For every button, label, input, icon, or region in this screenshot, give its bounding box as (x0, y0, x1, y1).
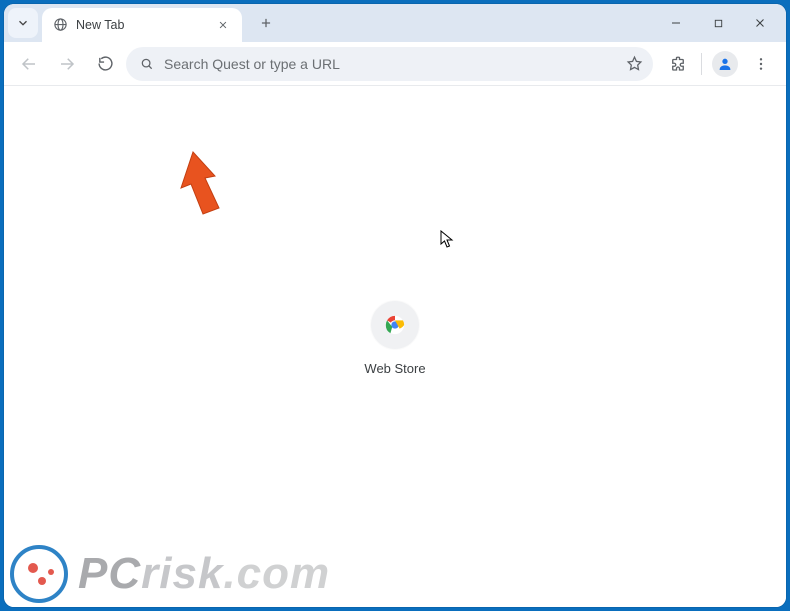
tab-close-button[interactable] (214, 16, 232, 34)
omnibox[interactable] (126, 47, 653, 81)
arrow-left-icon (20, 55, 38, 73)
nav-back-button[interactable] (12, 47, 46, 81)
person-icon (717, 56, 733, 72)
menu-button[interactable] (744, 47, 778, 81)
star-icon (626, 55, 643, 72)
close-icon (754, 17, 766, 29)
globe-icon (52, 17, 68, 33)
new-tab-button[interactable] (252, 9, 280, 37)
annotation-arrow (169, 148, 239, 233)
mouse-cursor (440, 230, 454, 253)
reload-button[interactable] (88, 47, 122, 81)
watermark: PCrisk.com (10, 545, 330, 603)
ntp-shortcuts: Web Store (4, 301, 786, 376)
search-tabs-button[interactable] (8, 8, 38, 38)
ntp-tile-label: Web Store (364, 361, 425, 376)
profile-button[interactable] (708, 47, 742, 81)
puzzle-icon (669, 55, 687, 73)
reload-icon (97, 55, 114, 72)
minimize-icon (670, 17, 682, 29)
window-minimize-button[interactable] (656, 8, 696, 38)
address-input[interactable] (164, 56, 616, 72)
watermark-text: PCrisk.com (78, 549, 330, 599)
browser-window: New Tab (4, 4, 786, 607)
bookmark-button[interactable] (626, 55, 643, 72)
window-close-button[interactable] (740, 8, 780, 38)
title-bar: New Tab (4, 4, 786, 42)
toolbar-divider (701, 53, 702, 75)
kebab-icon (753, 56, 769, 72)
toolbar-right (661, 47, 778, 81)
cursor-icon (440, 230, 454, 248)
new-tab-page: Web Store PCrisk.com (4, 86, 786, 607)
title-bar-left: New Tab (8, 7, 280, 42)
nav-forward-button[interactable] (50, 47, 84, 81)
search-icon (140, 57, 154, 71)
close-icon (218, 20, 228, 30)
maximize-icon (713, 18, 724, 29)
window-controls (656, 7, 782, 42)
plus-icon (259, 16, 273, 30)
toolbar (4, 42, 786, 86)
tab-active[interactable]: New Tab (42, 8, 242, 42)
avatar (712, 51, 738, 77)
chevron-down-icon (16, 16, 30, 30)
window-maximize-button[interactable] (698, 8, 738, 38)
tab-title: New Tab (76, 18, 124, 32)
web-store-icon (371, 301, 419, 349)
arrow-right-icon (58, 55, 76, 73)
ntp-tile-web-store[interactable]: Web Store (340, 301, 450, 376)
arrow-up-left-icon (169, 148, 239, 228)
extensions-button[interactable] (661, 47, 695, 81)
watermark-badge-icon (10, 545, 68, 603)
